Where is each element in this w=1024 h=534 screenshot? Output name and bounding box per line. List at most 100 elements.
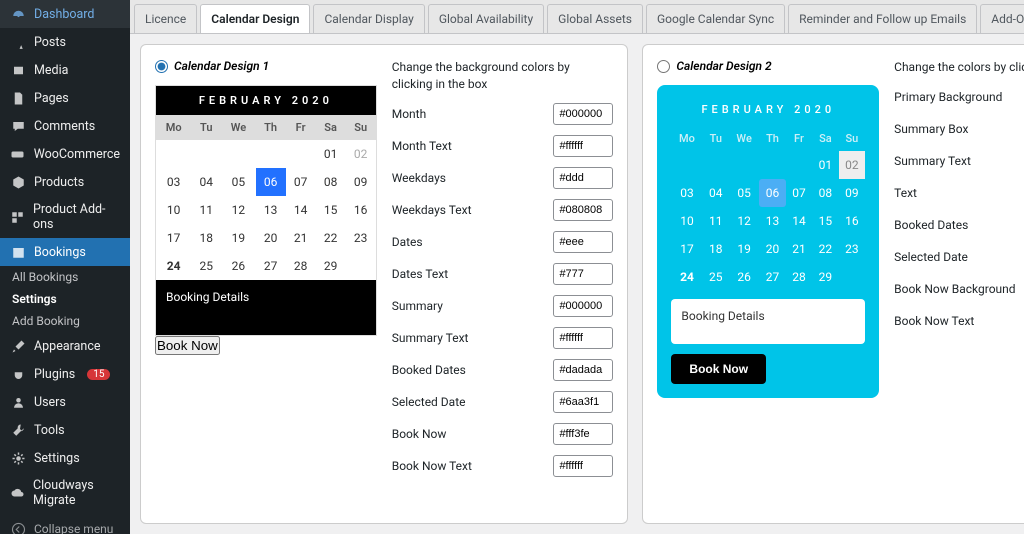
color-field-input-weekdays-text[interactable] — [553, 199, 613, 221]
calendar-day[interactable]: 03 — [671, 179, 702, 207]
calendar-day[interactable]: 26 — [221, 252, 255, 280]
calendar-day[interactable]: 12 — [729, 207, 759, 235]
calendar-day[interactable]: 21 — [786, 235, 812, 263]
sidebar-item-users[interactable]: Users — [0, 388, 130, 416]
calendar-day[interactable]: 04 — [191, 168, 221, 196]
cal1-book-now-button[interactable]: Book Now — [155, 336, 220, 355]
calendar-day[interactable]: 05 — [729, 179, 759, 207]
calendar-day[interactable]: 11 — [191, 196, 221, 224]
design-1-radio-input[interactable] — [155, 60, 168, 73]
calendar-day[interactable]: 22 — [316, 224, 346, 252]
calendar-day[interactable]: 17 — [156, 224, 191, 252]
calendar-day[interactable]: 01 — [316, 140, 346, 168]
calendar-day[interactable]: 05 — [221, 168, 255, 196]
tab-licence[interactable]: Licence — [134, 4, 197, 33]
calendar-day[interactable]: 15 — [812, 207, 838, 235]
sidebar-item-appearance[interactable]: Appearance — [0, 332, 130, 360]
sidebar-sub-settings[interactable]: Settings — [0, 288, 130, 310]
calendar-day[interactable]: 24 — [156, 252, 191, 280]
calendar-day[interactable]: 25 — [703, 263, 729, 291]
sidebar-item-posts[interactable]: Posts — [0, 28, 130, 56]
calendar-day[interactable]: 02 — [839, 151, 865, 179]
sidebar-sub-all-bookings[interactable]: All Bookings — [0, 266, 130, 288]
calendar-day[interactable]: 27 — [256, 252, 286, 280]
calendar-day[interactable]: 19 — [729, 235, 759, 263]
design-radio-1[interactable]: Calendar Design 1 — [155, 59, 377, 73]
design-radio-2[interactable]: Calendar Design 2 — [657, 59, 879, 73]
sidebar-item-pages[interactable]: Pages — [0, 84, 130, 112]
color-field-input-month-text[interactable] — [553, 135, 613, 157]
calendar-day[interactable]: 18 — [191, 224, 221, 252]
sidebar-item-products[interactable]: Products — [0, 168, 130, 196]
calendar-day[interactable]: 21 — [286, 224, 316, 252]
calendar-day[interactable]: 10 — [156, 196, 191, 224]
calendar-day[interactable]: 23 — [839, 235, 865, 263]
calendar-day[interactable]: 14 — [786, 207, 812, 235]
calendar-day[interactable]: 17 — [671, 235, 702, 263]
tab-calendar-display[interactable]: Calendar Display — [313, 4, 424, 33]
calendar-day[interactable]: 25 — [191, 252, 221, 280]
color-field-input-dates[interactable] — [553, 231, 613, 253]
color-field-input-book-now[interactable] — [553, 423, 613, 445]
cal2-book-now-button[interactable]: Book Now — [671, 354, 766, 384]
calendar-day[interactable]: 08 — [812, 179, 838, 207]
color-field-input-selected-date[interactable] — [553, 391, 613, 413]
sidebar-item-bookings[interactable]: Bookings — [0, 238, 130, 266]
sidebar-item-plugins[interactable]: Plugins15 — [0, 360, 130, 388]
calendar-day[interactable]: 06 — [256, 168, 286, 196]
calendar-day[interactable]: 03 — [156, 168, 191, 196]
calendar-day[interactable]: 13 — [256, 196, 286, 224]
calendar-day[interactable]: 04 — [703, 179, 729, 207]
color-field-input-dates-text[interactable] — [553, 263, 613, 285]
calendar-day[interactable]: 16 — [346, 196, 376, 224]
calendar-day[interactable]: 19 — [221, 224, 255, 252]
design-2-radio-input[interactable] — [657, 60, 670, 73]
sidebar-item-product-add-ons[interactable]: Product Add-ons — [0, 196, 130, 238]
calendar-day[interactable]: 09 — [346, 168, 376, 196]
calendar-day[interactable]: 02 — [346, 140, 376, 168]
calendar-day[interactable]: 09 — [839, 179, 865, 207]
color-field-input-book-now-text[interactable] — [553, 455, 613, 477]
sidebar-item-cloudways-migrate[interactable]: Cloudways Migrate — [0, 472, 130, 514]
calendar-day[interactable]: 27 — [759, 263, 785, 291]
calendar-day[interactable]: 14 — [286, 196, 316, 224]
calendar-day[interactable]: 07 — [786, 179, 812, 207]
calendar-day[interactable]: 23 — [346, 224, 376, 252]
calendar-day[interactable]: 16 — [839, 207, 865, 235]
calendar-day[interactable]: 28 — [786, 263, 812, 291]
tab-global-assets[interactable]: Global Assets — [547, 4, 643, 33]
color-field-input-summary-text[interactable] — [553, 327, 613, 349]
tab-google-calendar-sync[interactable]: Google Calendar Sync — [646, 4, 785, 33]
calendar-day[interactable]: 01 — [812, 151, 838, 179]
tab-global-availability[interactable]: Global Availability — [428, 4, 544, 33]
calendar-day[interactable]: 28 — [286, 252, 316, 280]
sidebar-item-comments[interactable]: Comments — [0, 112, 130, 140]
calendar-day[interactable]: 13 — [759, 207, 785, 235]
sidebar-item-tools[interactable]: Tools — [0, 416, 130, 444]
calendar-day[interactable]: 11 — [703, 207, 729, 235]
calendar-day[interactable]: 12 — [221, 196, 255, 224]
sidebar-item-settings[interactable]: Settings — [0, 444, 130, 472]
color-field-input-summary[interactable] — [553, 295, 613, 317]
color-field-input-month[interactable] — [553, 103, 613, 125]
sidebar-item-dashboard[interactable]: Dashboard — [0, 0, 130, 28]
calendar-day[interactable]: 08 — [316, 168, 346, 196]
calendar-day[interactable]: 07 — [286, 168, 316, 196]
calendar-day[interactable]: 15 — [316, 196, 346, 224]
sidebar-sub-add-booking[interactable]: Add Booking — [0, 310, 130, 332]
collapse-menu[interactable]: Collapse menu — [0, 514, 130, 534]
tab-reminder-and-follow-up-emails[interactable]: Reminder and Follow up Emails — [788, 4, 977, 33]
calendar-day[interactable]: 22 — [812, 235, 838, 263]
calendar-day[interactable]: 20 — [256, 224, 286, 252]
sidebar-item-media[interactable]: Media — [0, 56, 130, 84]
calendar-day[interactable]: 26 — [729, 263, 759, 291]
calendar-day[interactable]: 18 — [703, 235, 729, 263]
tab-calendar-design[interactable]: Calendar Design — [200, 4, 310, 33]
calendar-day[interactable]: 10 — [671, 207, 702, 235]
calendar-day[interactable]: 06 — [759, 179, 785, 207]
color-field-input-booked-dates[interactable] — [553, 359, 613, 381]
tab-add-ons[interactable]: Add-Ons — [980, 4, 1024, 33]
color-field-input-weekdays[interactable] — [553, 167, 613, 189]
calendar-day[interactable]: 29 — [812, 263, 838, 291]
calendar-day[interactable]: 29 — [316, 252, 346, 280]
